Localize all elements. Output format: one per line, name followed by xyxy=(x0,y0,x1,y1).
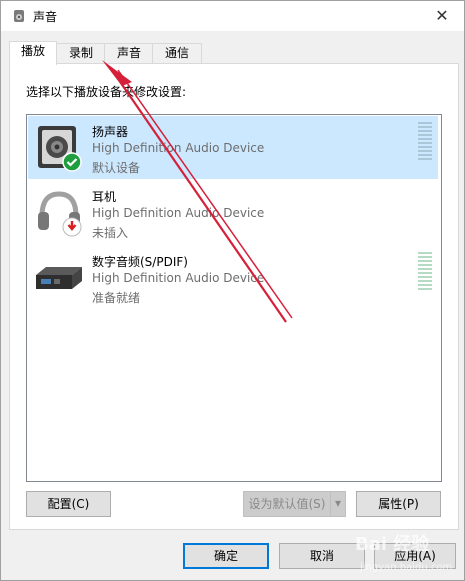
device-item-speaker[interactable]: 扬声器 High Definition Audio Device 默认设备 xyxy=(28,116,438,179)
watermark-sub: jingyan.baidu.com xyxy=(360,562,453,573)
watermark: Bai 经验 xyxy=(355,534,430,555)
device-name: 扬声器 xyxy=(92,125,129,139)
unplugged-badge-icon xyxy=(62,217,82,237)
title-bar[interactable]: 声音 ✕ xyxy=(1,1,464,31)
tab-sounds[interactable]: 声音 xyxy=(104,43,154,64)
device-status: 准备就绪 xyxy=(92,291,141,305)
device-description: High Definition Audio Device xyxy=(92,141,265,155)
tab-communications[interactable]: 通信 xyxy=(152,43,202,64)
configure-button[interactable]: 配置(C) xyxy=(26,491,111,517)
digital-audio-icon xyxy=(36,267,82,289)
instruction-label: 选择以下播放设备来修改设置: xyxy=(26,85,187,99)
set-default-dropdown[interactable]: ▾ xyxy=(330,491,346,517)
device-item-headphones[interactable]: 耳机 High Definition Audio Device 未插入 xyxy=(28,181,438,244)
headphones-icon xyxy=(38,191,82,237)
device-description: High Definition Audio Device xyxy=(92,271,265,285)
close-icon: ✕ xyxy=(435,6,449,25)
device-name: 耳机 xyxy=(92,190,117,204)
sound-icon xyxy=(14,10,24,22)
set-default-button[interactable]: 设为默认值(S) xyxy=(243,491,331,517)
properties-button[interactable]: 属性(P) xyxy=(356,491,441,517)
device-status: 默认设备 xyxy=(92,161,141,175)
tab-playback[interactable]: 播放 xyxy=(9,41,57,65)
sound-dialog: 声音 ✕ 播放 录制 声音 通信 选择以下播放设备来修改设置: 扬声器 High… xyxy=(0,0,465,581)
device-list[interactable]: 扬声器 High Definition Audio Device 默认设备 耳机… xyxy=(26,114,442,482)
close-button[interactable]: ✕ xyxy=(420,1,464,31)
level-meter xyxy=(418,252,432,292)
level-meter xyxy=(418,122,432,162)
check-badge-icon xyxy=(62,152,82,172)
window-title: 声音 xyxy=(33,10,58,24)
playback-panel: 选择以下播放设备来修改设置: 扬声器 High Definition Audio… xyxy=(9,63,459,530)
device-description: High Definition Audio Device xyxy=(92,206,265,220)
chevron-down-icon: ▾ xyxy=(334,496,342,510)
speaker-icon xyxy=(38,126,82,172)
device-item-digital-audio[interactable]: 数字音频(S/PDIF) High Definition Audio Devic… xyxy=(28,246,438,309)
device-name: 数字音频(S/PDIF) xyxy=(92,255,188,269)
tab-recording[interactable]: 录制 xyxy=(56,43,106,64)
device-status: 未插入 xyxy=(92,226,129,240)
cancel-button[interactable]: 取消 xyxy=(279,543,365,569)
ok-button[interactable]: 确定 xyxy=(183,543,269,569)
